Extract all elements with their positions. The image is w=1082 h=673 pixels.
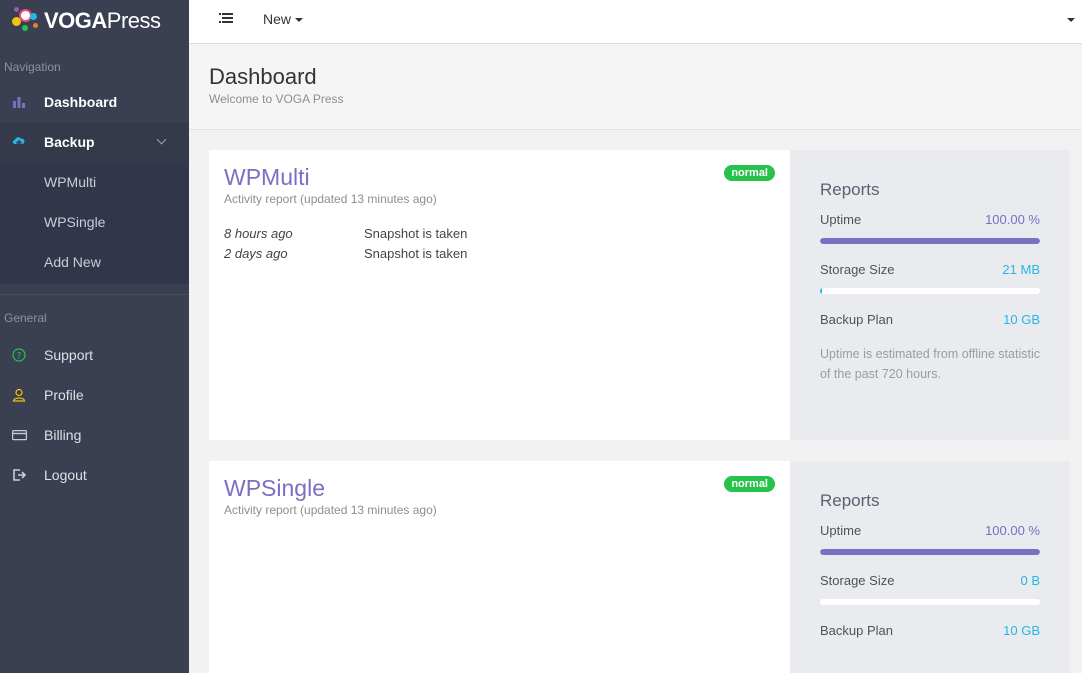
plan-value: 10 GB <box>1003 623 1040 638</box>
status-badge: normal <box>724 476 775 492</box>
plan-row: Backup Plan 10 GB <box>820 310 1040 330</box>
question-circle-icon: ? <box>11 347 27 363</box>
sidebar-item-label: Add New <box>44 254 101 270</box>
caret-down-icon <box>295 18 304 23</box>
sidebar-item-label: Logout <box>44 467 87 483</box>
sidebar-subitem-wpmulti[interactable]: WPMulti <box>0 162 189 202</box>
reports-title: Reports <box>820 491 880 510</box>
sidebar-item-label: WPSingle <box>44 214 106 230</box>
uptime-progress-fill <box>820 238 1040 244</box>
storage-progress-fill <box>820 288 822 294</box>
sidebar-item-support[interactable]: ? Support <box>0 335 189 375</box>
credit-card-icon <box>11 427 27 443</box>
page-subtitle: Welcome to VOGA Press <box>209 92 344 106</box>
uptime-progress-bar <box>820 549 1040 555</box>
plan-value: 10 GB <box>1003 312 1040 327</box>
activity-row: 8 hours ago Snapshot is taken <box>224 224 775 244</box>
activity-text: Snapshot is taken <box>364 246 468 261</box>
uptime-row: Uptime 100.00 % <box>820 210 1040 230</box>
brand-logo[interactable]: VOGAPress <box>0 0 189 42</box>
logo-circles-icon <box>10 5 44 37</box>
activity-list: 8 hours ago Snapshot is taken 2 days ago… <box>224 224 775 264</box>
storage-progress-bar <box>820 599 1040 605</box>
uptime-label: Uptime <box>820 212 862 227</box>
site-updated-text: Activity report (updated 13 minutes ago) <box>224 192 437 206</box>
sidebar-item-profile[interactable]: Profile <box>0 375 189 415</box>
uptime-value: 100.00 % <box>985 523 1040 538</box>
plan-row: Backup Plan 10 GB <box>820 621 1040 641</box>
nav-header-general: General <box>4 311 47 325</box>
uptime-label: Uptime <box>820 523 862 538</box>
storage-row: Storage Size 21 MB <box>820 260 1040 280</box>
site-activity-panel: WPMulti Activity report (updated 13 minu… <box>209 150 790 440</box>
sidebar-item-dashboard[interactable]: Dashboard <box>0 82 189 122</box>
reports-title: Reports <box>820 180 880 199</box>
bar-chart-icon <box>11 94 27 110</box>
storage-value: 21 MB <box>1002 262 1040 277</box>
sidebar-item-label: Profile <box>44 387 84 403</box>
sidebar-item-backup[interactable]: Backup <box>0 122 189 162</box>
storage-value: 0 B <box>1020 573 1040 588</box>
uptime-note: Uptime is estimated from offline statist… <box>820 347 1040 381</box>
site-card-wpsingle: WPSingle Activity report (updated 13 min… <box>209 461 1070 673</box>
site-title[interactable]: WPSingle <box>224 475 775 502</box>
sidebar-item-label: Dashboard <box>44 94 118 110</box>
sidebar-item-logout[interactable]: Logout <box>0 455 189 495</box>
storage-label: Storage Size <box>820 262 895 277</box>
new-dropdown-button[interactable]: New <box>263 11 304 27</box>
uptime-progress-bar <box>820 238 1040 244</box>
user-icon <box>11 387 27 403</box>
backup-subnav: WPMulti WPSingle Add New <box>0 162 189 284</box>
cloud-upload-icon <box>11 134 27 150</box>
sidebar: VOGAPress Navigation Dashboard Backup WP… <box>0 0 189 673</box>
uptime-value: 100.00 % <box>985 212 1040 227</box>
site-updated-text: Activity report (updated 13 minutes ago) <box>224 503 437 517</box>
status-badge: normal <box>724 165 775 181</box>
sidebar-toggle-icon[interactable] <box>219 13 233 25</box>
site-activity-panel: WPSingle Activity report (updated 13 min… <box>209 461 790 673</box>
storage-label: Storage Size <box>820 573 895 588</box>
uptime-progress-fill <box>820 549 1040 555</box>
reports-panel: Reports Uptime 100.00 % Storage Size 21 … <box>790 150 1070 440</box>
plan-label: Backup Plan <box>820 312 893 327</box>
new-label: New <box>263 11 292 27</box>
uptime-row: Uptime 100.00 % <box>820 521 1040 541</box>
activity-text: Snapshot is taken <box>364 226 468 241</box>
page-title: Dashboard <box>209 64 317 89</box>
logout-icon <box>11 467 27 483</box>
chevron-down-icon <box>156 134 167 145</box>
svg-text:?: ? <box>17 352 22 362</box>
sidebar-subitem-wpsingle[interactable]: WPSingle <box>0 202 189 242</box>
storage-row: Storage Size 0 B <box>820 571 1040 591</box>
page-header: Dashboard Welcome to VOGA Press <box>189 44 1082 130</box>
sidebar-item-label: Backup <box>44 134 95 150</box>
activity-row: 2 days ago Snapshot is taken <box>224 244 775 264</box>
top-navbar: New <box>189 0 1082 44</box>
sidebar-item-label: Billing <box>44 427 82 443</box>
activity-time: 2 days ago <box>224 246 288 261</box>
storage-progress-bar <box>820 288 1040 294</box>
brand-name: VOGAPress <box>44 8 161 33</box>
sidebar-item-label: Support <box>44 347 94 363</box>
user-menu-caret-icon[interactable] <box>1067 18 1075 22</box>
sidebar-item-billing[interactable]: Billing <box>0 415 189 455</box>
plan-label: Backup Plan <box>820 623 893 638</box>
site-title[interactable]: WPMulti <box>224 164 775 191</box>
reports-panel: Reports Uptime 100.00 % Storage Size 0 B… <box>790 461 1070 673</box>
sidebar-item-label: WPMulti <box>44 174 97 190</box>
activity-time: 8 hours ago <box>224 226 293 241</box>
nav-header-navigation: Navigation <box>4 60 61 74</box>
site-card-wpmulti: WPMulti Activity report (updated 13 minu… <box>209 150 1070 440</box>
sidebar-subitem-add-new[interactable]: Add New <box>0 242 189 282</box>
